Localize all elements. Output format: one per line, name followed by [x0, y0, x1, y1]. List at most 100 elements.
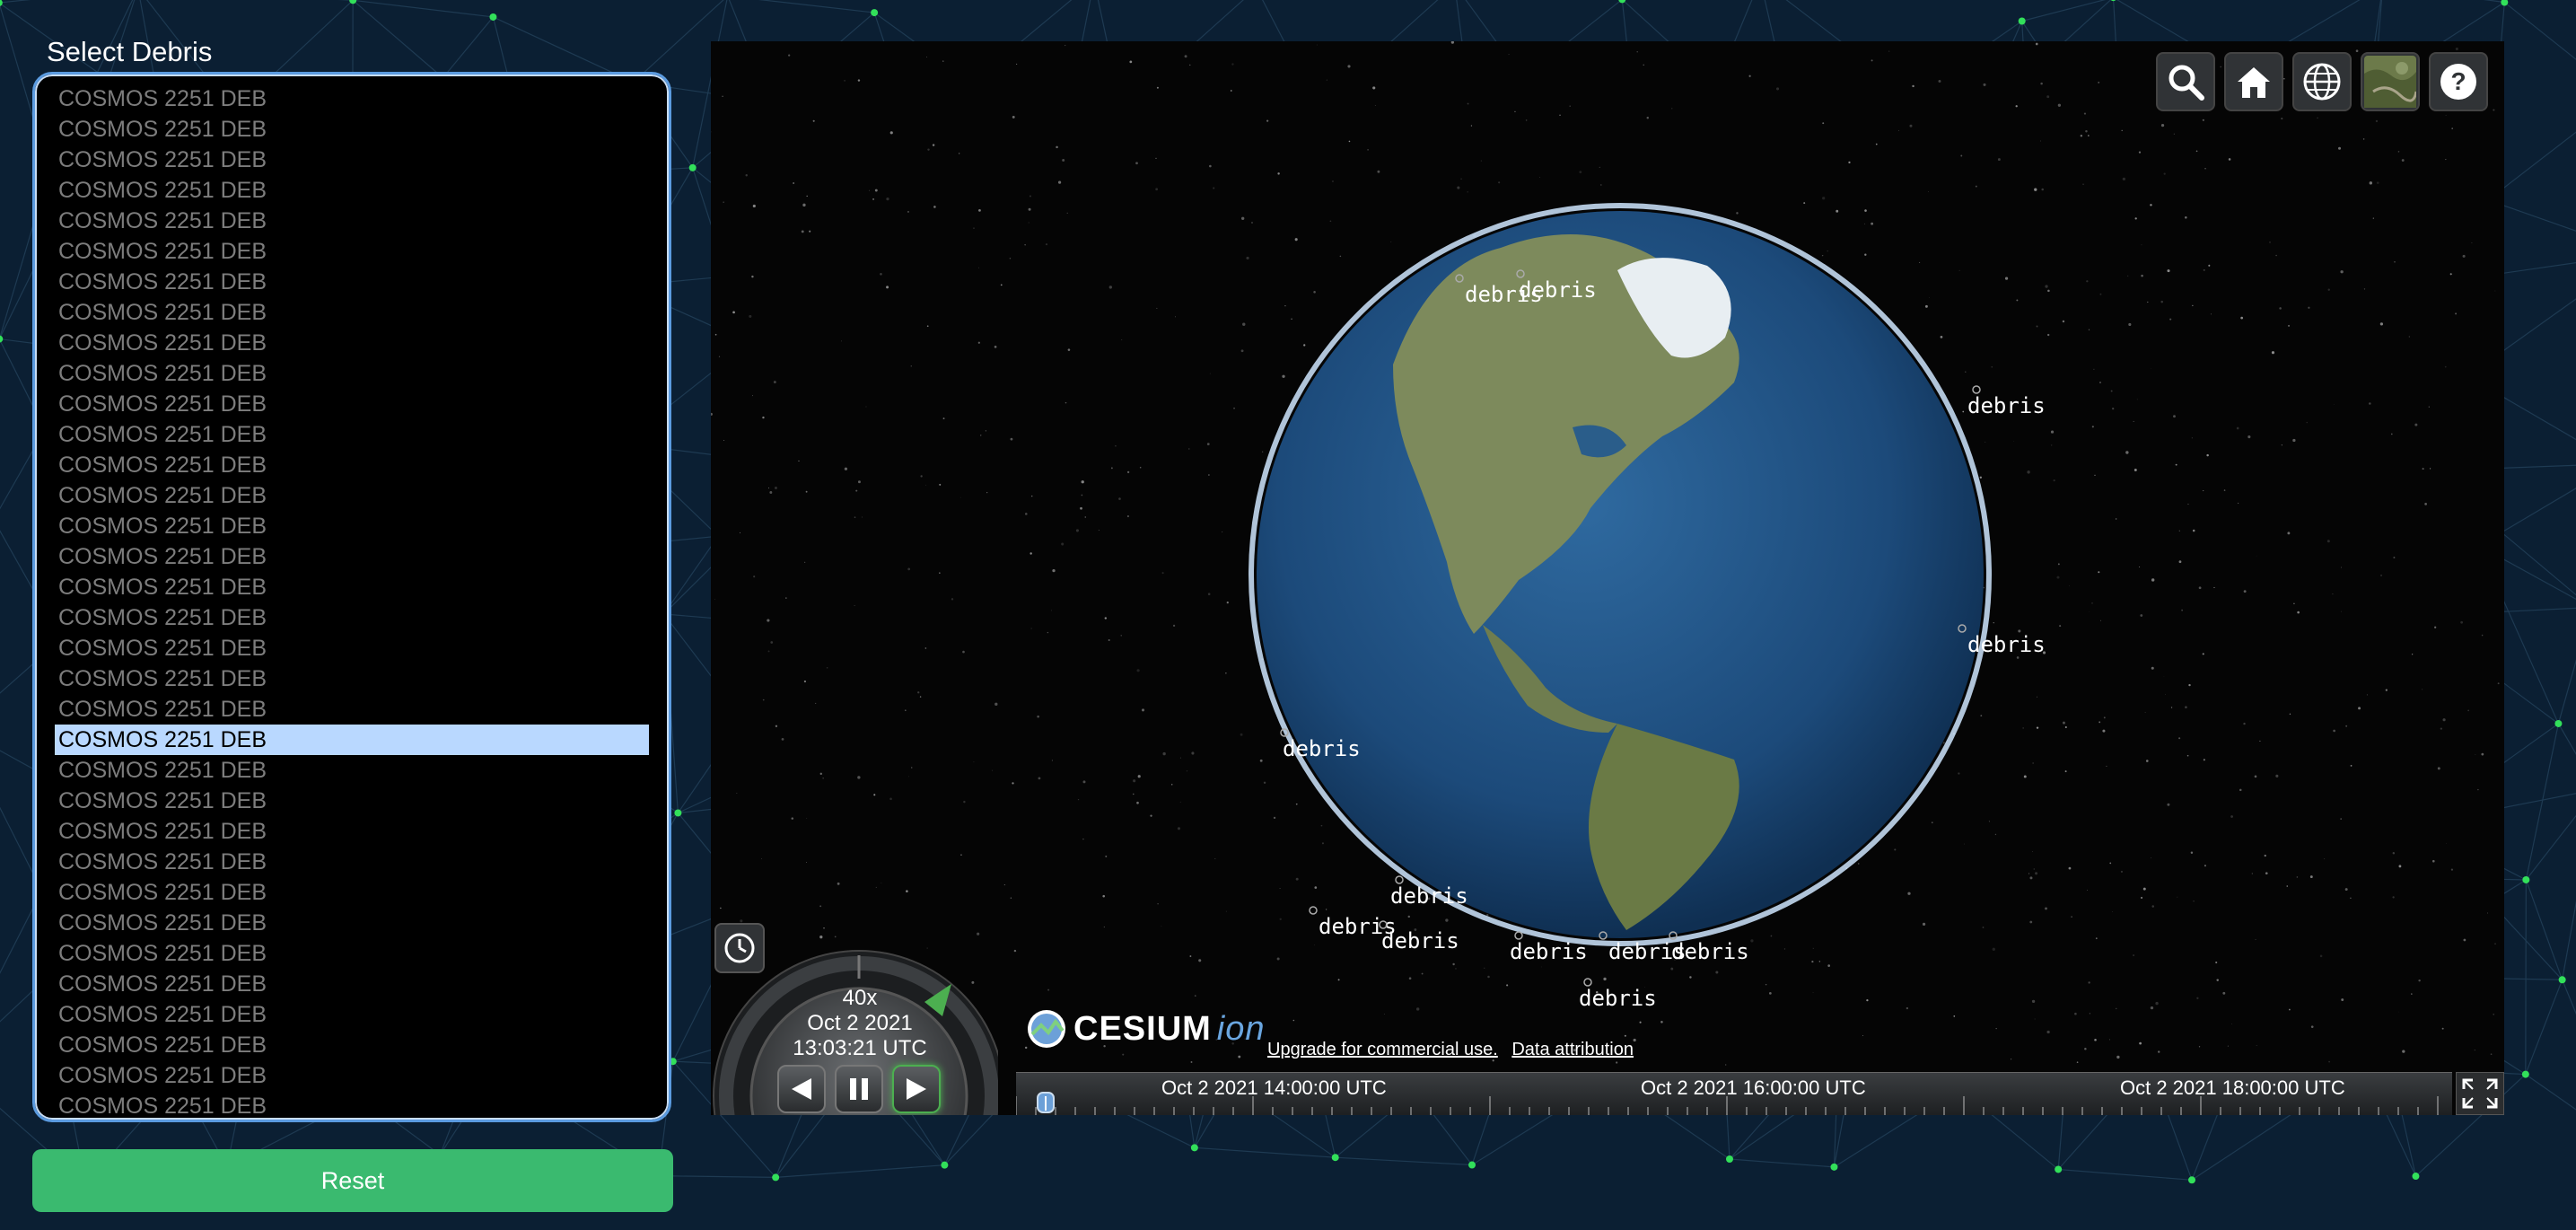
help-button[interactable]: ? [2429, 52, 2488, 111]
star [1991, 365, 1993, 368]
star [1374, 105, 1376, 106]
debris-label[interactable]: debris [1283, 736, 1361, 761]
debris-list-item[interactable]: COSMOS 2251 DEB [55, 450, 649, 480]
debris-marker-icon[interactable] [1309, 906, 1318, 915]
debris-list-item[interactable]: COSMOS 2251 DEB [55, 206, 649, 236]
debris-list-item[interactable]: COSMOS 2251 DEB [55, 328, 649, 358]
upgrade-link[interactable]: Upgrade for commercial use. [1267, 1040, 1498, 1059]
star [1126, 514, 1129, 518]
star [819, 935, 823, 939]
search-button[interactable] [2156, 52, 2215, 111]
debris-label[interactable]: debris [1519, 277, 1597, 303]
debris-marker-icon[interactable] [1395, 875, 1404, 884]
debris-marker-icon[interactable] [1972, 385, 1981, 394]
debris-list-item[interactable]: COSMOS 2251 DEB [55, 755, 649, 786]
star [1030, 628, 1032, 629]
star [858, 480, 861, 484]
debris-list-item[interactable]: COSMOS 2251 DEB [55, 725, 649, 755]
realtime-button[interactable] [714, 923, 765, 973]
star [2141, 274, 2143, 277]
debris-list-item[interactable]: COSMOS 2251 DEB [55, 511, 649, 541]
data-attribution-link[interactable]: Data attribution [1511, 1040, 1634, 1059]
star [2455, 312, 2458, 315]
debris-list[interactable]: COSMOS 2251 DEB COSMOS 2251 DEB COSMOS 225… [32, 72, 671, 1122]
star [905, 709, 907, 711]
star [1102, 894, 1106, 898]
debris-list-item[interactable]: COSMOS 2251 DEB [55, 419, 649, 450]
debris-label[interactable]: debris [1381, 928, 1459, 953]
debris-list-item[interactable]: COSMOS 2251 DEB [55, 786, 649, 816]
debris-label[interactable]: debris [1579, 986, 1657, 1011]
star [977, 932, 980, 936]
debris-list-item[interactable]: COSMOS 2251 DEB [55, 1030, 649, 1060]
star [1171, 784, 1173, 786]
debris-list-item[interactable]: COSMOS 2251 DEB [55, 297, 649, 328]
star [2059, 625, 2062, 628]
debris-list-item[interactable]: COSMOS 2251 DEB [55, 572, 649, 602]
star [2341, 567, 2343, 568]
cesium-viewer[interactable]: debris debris debris debris debris debris debr… [711, 41, 2504, 1115]
star [1487, 975, 1490, 979]
debris-list-item[interactable]: COSMOS 2251 DEB [55, 816, 649, 847]
debris-list-item[interactable]: COSMOS 2251 DEB [55, 1060, 649, 1091]
debris-list-item[interactable]: COSMOS 2251 DEB [55, 1091, 649, 1120]
home-button[interactable] [2224, 52, 2283, 111]
star [1012, 115, 1015, 119]
debris-list-item[interactable]: COSMOS 2251 DEB [55, 114, 649, 145]
debris-marker-icon[interactable] [1583, 978, 1592, 987]
debris-label[interactable]: debris [1671, 939, 1749, 964]
star [1455, 968, 1457, 970]
debris-list-item[interactable]: COSMOS 2251 DEB [55, 267, 649, 297]
debris-list-item[interactable]: COSMOS 2251 DEB [55, 389, 649, 419]
cesium-ion-logo[interactable]: CESIUM ion [1025, 1007, 1266, 1050]
star [2128, 322, 2132, 327]
star [1925, 304, 1928, 308]
star [752, 204, 756, 208]
reverse-button[interactable] [777, 1065, 826, 1113]
debris-list-item[interactable]: COSMOS 2251 DEB [55, 999, 649, 1030]
star [1827, 964, 1830, 967]
timeline-needle-icon[interactable] [1036, 1091, 1056, 1115]
debris-list-item[interactable]: COSMOS 2251 DEB [55, 908, 649, 938]
debris-label[interactable]: debris [1510, 939, 1588, 964]
timeline[interactable]: Oct 2 2021 14:00:00 UTC Oct 2 2021 16:00… [1016, 1072, 2452, 1115]
debris-list-item[interactable]: COSMOS 2251 DEB [55, 633, 649, 663]
debris-list-item[interactable]: COSMOS 2251 DEB [55, 480, 649, 511]
debris-label[interactable]: debris [1390, 883, 1468, 909]
debris-label[interactable]: debris [1967, 393, 2046, 418]
star [908, 776, 909, 778]
debris-list-item[interactable]: COSMOS 2251 DEB [55, 358, 649, 389]
star [2227, 1045, 2229, 1047]
star [822, 777, 824, 779]
debris-list-item[interactable]: COSMOS 2251 DEB [55, 847, 649, 877]
reset-button[interactable]: Reset [32, 1149, 673, 1212]
debris-list-item[interactable]: COSMOS 2251 DEB [55, 175, 649, 206]
debris-list-item[interactable]: COSMOS 2251 DEB [55, 236, 649, 267]
scene-mode-button[interactable] [2292, 52, 2352, 111]
star [1246, 256, 1249, 260]
play-button[interactable] [892, 1065, 941, 1113]
debris-list-item[interactable]: COSMOS 2251 DEB [55, 83, 649, 114]
debris-list-item[interactable]: COSMOS 2251 DEB [55, 541, 649, 572]
star [1467, 191, 1468, 193]
debris-list-item[interactable]: COSMOS 2251 DEB [55, 969, 649, 999]
debris-list-item[interactable]: COSMOS 2251 DEB [55, 877, 649, 908]
star [1226, 602, 1229, 604]
star [844, 467, 848, 470]
network-edge [758, 0, 875, 13]
earth-globe[interactable] [1249, 203, 1992, 946]
star [2088, 329, 2090, 330]
debris-list-item[interactable]: COSMOS 2251 DEB [55, 602, 649, 633]
star [2098, 571, 2100, 574]
debris-list-item[interactable]: COSMOS 2251 DEB [55, 145, 649, 175]
pause-button[interactable] [835, 1065, 883, 1113]
base-layer-picker-button[interactable] [2361, 52, 2420, 111]
debris-marker-icon[interactable] [1514, 931, 1523, 940]
debris-list-item[interactable]: COSMOS 2251 DEB [55, 694, 649, 725]
fullscreen-button[interactable] [2456, 1072, 2504, 1115]
star [2087, 135, 2090, 136]
debris-list-item[interactable]: COSMOS 2251 DEB [55, 938, 649, 969]
star [2112, 910, 2113, 912]
debris-list-item[interactable]: COSMOS 2251 DEB [55, 663, 649, 694]
debris-label[interactable]: debris [1967, 632, 2046, 657]
